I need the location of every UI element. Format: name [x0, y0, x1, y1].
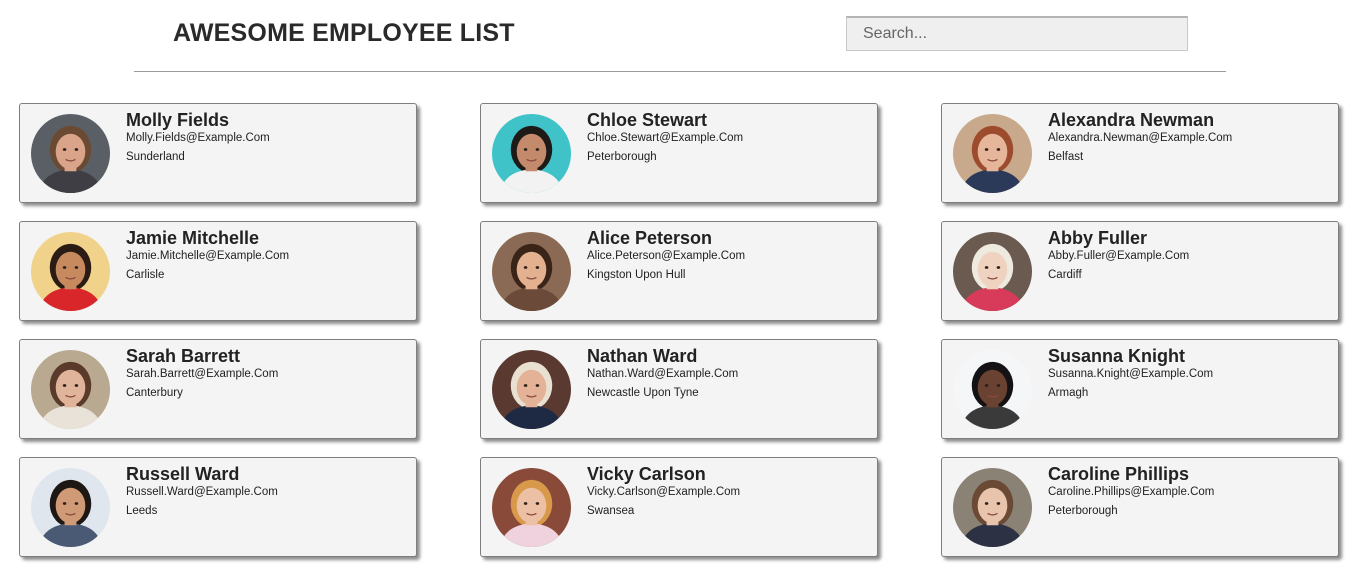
employee-email: Vicky.Carlson@Example.Com [587, 486, 741, 498]
employee-email: Russell.Ward@Example.Com [126, 486, 278, 498]
page-title: AWESOME EMPLOYEE LIST [173, 19, 515, 47]
employee-avatar [953, 232, 1032, 311]
employee-name: Abby Fuller [1048, 228, 1148, 248]
header: AWESOME EMPLOYEE LIST [0, 0, 1357, 72]
employee-avatar [492, 350, 571, 429]
employee-card[interactable]: Russell Ward Russell.Ward@Example.Com Leed… [19, 457, 417, 557]
employee-email: Jamie.Mitchelle@Example.Com [126, 250, 290, 262]
employee-avatar [492, 232, 571, 311]
employee-city: Belfast [1048, 151, 1084, 163]
employee-name: Chloe Stewart [587, 110, 708, 130]
search-input[interactable] [846, 16, 1188, 51]
employee-city: Canterbury [126, 387, 183, 399]
employee-name: Sarah Barrett [126, 346, 241, 366]
employee-city: Kingston Upon Hull [587, 269, 686, 281]
employee-avatar [31, 114, 110, 193]
header-divider [134, 71, 1226, 72]
employee-avatar [31, 350, 110, 429]
employee-city: Newcastle Upon Tyne [587, 387, 699, 399]
employee-avatar [953, 114, 1032, 193]
employee-name: Russell Ward [126, 464, 240, 484]
employee-card[interactable]: Chloe Stewart Chloe.Stewart@Example.Com Pe… [480, 103, 878, 203]
employee-card[interactable]: Sarah Barrett Sarah.Barrett@Example.Com Ca… [19, 339, 417, 439]
employee-name: Caroline Phillips [1048, 464, 1190, 484]
employee-city: Peterborough [587, 151, 657, 163]
employee-avatar [31, 468, 110, 547]
employee-email: Sarah.Barrett@Example.Com [126, 368, 279, 380]
employee-name: Molly Fields [126, 110, 230, 130]
employee-card[interactable]: Alexandra Newman Alexandra.Newman@Example… [941, 103, 1339, 203]
employee-email: Molly.Fields@Example.Com [126, 132, 270, 144]
employee-city: Sunderland [126, 151, 185, 163]
employee-card[interactable]: Nathan Ward Nathan.Ward@Example.Com Newcas… [480, 339, 878, 439]
employee-name: Vicky Carlson [587, 464, 706, 484]
employee-email: Alice.Peterson@Example.Com [587, 250, 746, 262]
employee-card[interactable]: Molly Fields Molly.Fields@Example.Com Sund… [19, 103, 417, 203]
employee-email: Chloe.Stewart@Example.Com [587, 132, 744, 144]
employee-card[interactable]: Vicky Carlson Vicky.Carlson@Example.Com Sw… [480, 457, 878, 557]
employee-name: Jamie Mitchelle [126, 228, 260, 248]
employee-email: Nathan.Ward@Example.Com [587, 368, 739, 380]
employee-email: Caroline.Phillips@Example.Com [1048, 486, 1215, 498]
employee-avatar [953, 468, 1032, 547]
employee-city: Cardiff [1048, 269, 1082, 281]
employee-email: Abby.Fuller@Example.Com [1048, 250, 1190, 262]
employee-name: Alexandra Newman [1048, 110, 1215, 130]
employee-name: Nathan Ward [587, 346, 698, 366]
employee-card[interactable]: Caroline Phillips Caroline.Phillips@Examp… [941, 457, 1339, 557]
employee-name: Alice Peterson [587, 228, 713, 248]
employee-avatar [492, 468, 571, 547]
employee-city: Leeds [126, 505, 158, 517]
employee-avatar [31, 232, 110, 311]
employee-email: Alexandra.Newman@Example.Com [1048, 132, 1233, 144]
employee-city: Peterborough [1048, 505, 1118, 517]
employee-card[interactable]: Abby Fuller Abby.Fuller@Example.Com Cardif… [941, 221, 1339, 321]
employee-city: Carlisle [126, 269, 165, 281]
employee-card[interactable]: Susanna Knight Susanna.Knight@Example.Com… [941, 339, 1339, 439]
employee-email: Susanna.Knight@Example.Com [1048, 368, 1214, 380]
employee-avatar [492, 114, 571, 193]
employee-avatar [953, 350, 1032, 429]
employee-card[interactable]: Jamie Mitchelle Jamie.Mitchelle@Example.C… [19, 221, 417, 321]
employee-name: Susanna Knight [1048, 346, 1186, 366]
employee-card[interactable]: Alice Peterson Alice.Peterson@Example.Com… [480, 221, 878, 321]
employee-city: Swansea [587, 505, 635, 517]
employee-city: Armagh [1048, 387, 1089, 399]
